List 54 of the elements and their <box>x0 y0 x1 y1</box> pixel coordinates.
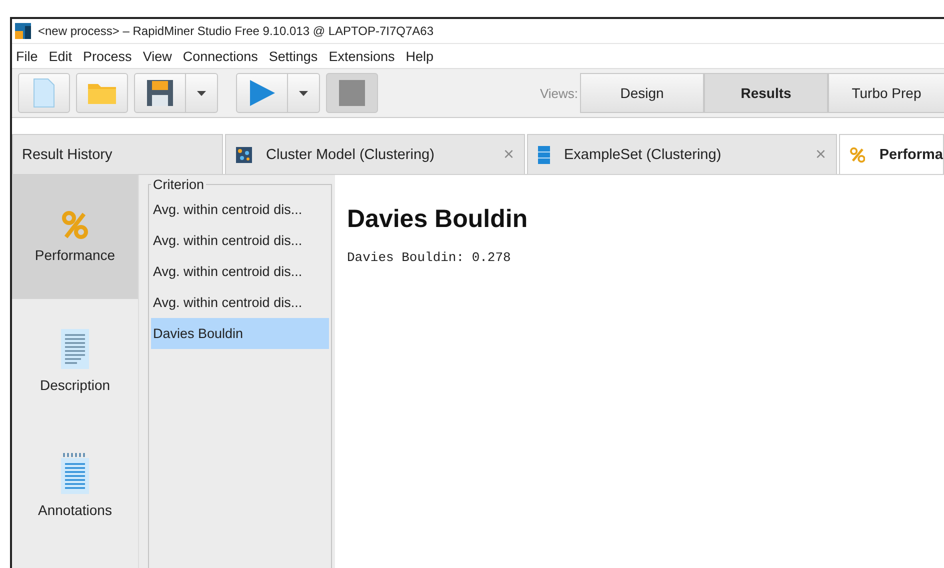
view-button[interactable]: Turbo Prep <box>828 73 944 113</box>
stop-icon <box>339 80 365 106</box>
open-folder-button[interactable] <box>76 73 128 113</box>
result-tab[interactable]: Performa <box>839 134 944 174</box>
criterion-item[interactable]: Avg. within centroid dis... <box>151 287 329 318</box>
panel-title: Criterion <box>152 177 206 192</box>
new-file-button[interactable] <box>18 73 70 113</box>
menu-item[interactable]: Process <box>83 48 132 64</box>
result-history-tab[interactable]: Result History <box>12 134 223 174</box>
result-tab[interactable]: ExampleSet (Clustering) × <box>527 134 837 174</box>
menu-item[interactable]: View <box>142 48 172 64</box>
menu-item[interactable]: File <box>16 48 38 64</box>
criterion-item[interactable]: Davies Bouldin <box>151 318 329 349</box>
stop-button[interactable] <box>326 73 378 113</box>
menu-item[interactable]: Help <box>406 48 434 64</box>
run-button[interactable] <box>236 73 288 113</box>
caret-icon <box>299 90 308 96</box>
document-icon <box>33 78 55 108</box>
run-dropdown-button[interactable] <box>288 73 320 113</box>
criterion-item[interactable]: Avg. within centroid dis... <box>151 225 329 256</box>
window-title: <new process> – RapidMiner Studio Free 9.10.013 @ LAPTOP-7I7Q7A63 <box>38 24 434 38</box>
play-icon <box>248 79 276 107</box>
menu-item[interactable]: Settings <box>268 48 318 64</box>
app-logo-icon <box>15 23 31 39</box>
result-heading: Davies Bouldin <box>347 205 529 234</box>
menu-item[interactable]: Connections <box>182 48 258 64</box>
view-label: Description <box>40 377 110 393</box>
cluster-icon <box>236 146 252 162</box>
document-icon <box>61 329 89 369</box>
view-selector[interactable]: Description <box>12 299 138 423</box>
view-selector[interactable]: Performance <box>12 175 138 299</box>
views-label: Views: <box>540 86 578 100</box>
tab-label: Cluster Model (Clustering) <box>266 146 436 162</box>
percent-icon <box>850 146 866 162</box>
table-icon <box>538 146 550 164</box>
view-label: Annotations <box>38 502 112 518</box>
notepad-icon <box>61 452 89 494</box>
menu-item[interactable]: Extensions <box>328 48 395 64</box>
percent-icon <box>62 211 88 239</box>
save-button[interactable] <box>134 73 186 113</box>
criterion-item[interactable]: Avg. within centroid dis... <box>151 256 329 287</box>
view-button[interactable]: Results <box>704 73 828 113</box>
tab-label: ExampleSet (Clustering) <box>564 146 722 162</box>
view-selector[interactable]: Annotations <box>12 423 138 547</box>
criterion-item[interactable]: Avg. within centroid dis... <box>151 194 329 225</box>
result-tab[interactable]: Cluster Model (Clustering) × <box>225 134 525 174</box>
caret-icon <box>197 90 206 96</box>
tab-label: Performa <box>879 146 943 162</box>
view-button[interactable]: Design <box>580 73 704 113</box>
view-label: Performance <box>34 247 116 263</box>
result-text: Davies Bouldin: 0.278 <box>347 250 512 265</box>
menu-item[interactable]: Edit <box>48 48 72 64</box>
folder-icon <box>87 81 117 105</box>
save-icon <box>146 79 174 107</box>
